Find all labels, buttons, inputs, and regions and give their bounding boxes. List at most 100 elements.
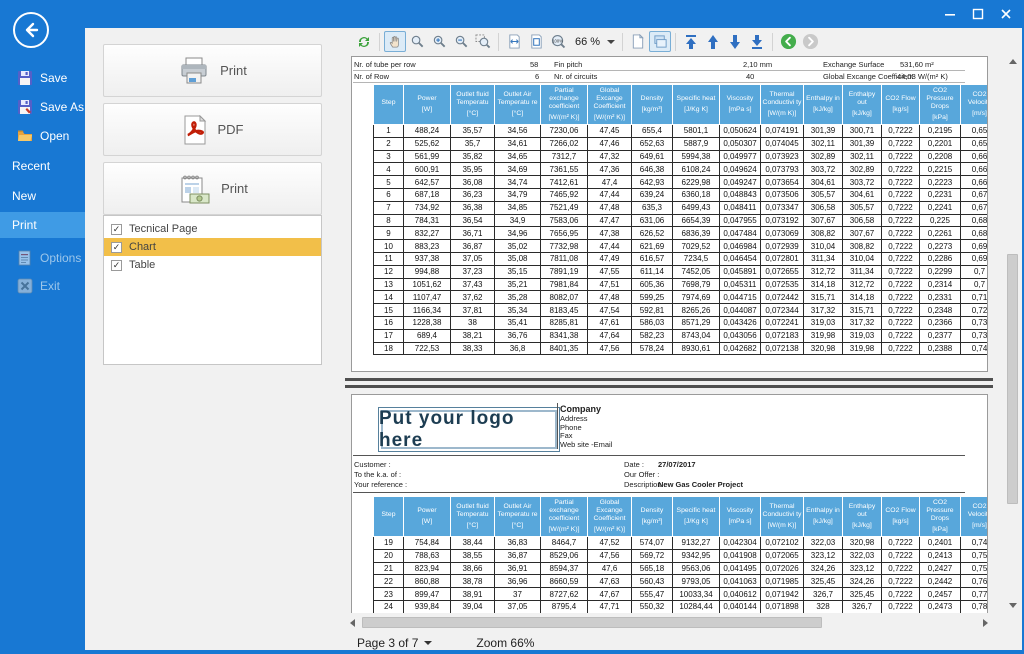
table-cell: 303,72 [843,176,882,189]
zoom-region-button[interactable] [472,31,494,52]
table-cell: 0,073654 [761,176,804,189]
table-cell: 47,45 [588,125,632,138]
zoom-in-button[interactable] [428,31,450,52]
table-cell: 7312,7 [541,150,588,163]
scroll-down-button[interactable] [1005,598,1020,613]
sidebar-item-recent[interactable]: Recent [0,154,85,178]
scroll-up-button[interactable] [1005,54,1020,69]
pdf-button[interactable]: PDF [103,103,322,156]
horizontal-scrollbar[interactable] [345,615,993,630]
table-cell: 36,91 [495,562,541,575]
zoom-in-icon [432,34,447,49]
table-cell: 0,072138 [761,342,804,355]
zoom-dropdown-button[interactable] [604,31,618,52]
continuous-page-view-button[interactable] [649,31,671,52]
zoom-tool-button[interactable] [406,31,428,52]
table-cell: 8529,06 [541,549,588,562]
maximize-button[interactable] [968,4,988,24]
table-cell: 312,72 [843,278,882,291]
sidebar-item-print[interactable]: Print [0,212,85,238]
table-row: 23899,4738,91378727,6247,67555,4710033,3… [374,588,989,601]
page-selector[interactable]: Page 3 of 7 [357,636,432,650]
next-page-button[interactable] [724,31,746,52]
scroll-right-button[interactable] [978,615,993,630]
back-button[interactable] [13,12,49,48]
fit-page-button[interactable] [525,31,547,52]
table-cell: 0,043056 [720,329,761,342]
previous-page-button[interactable] [702,31,724,52]
table-row: 20788,6338,5536,878529,0647,56569,729342… [374,549,989,562]
table-cell: 37,05 [451,252,495,265]
table-cell: 319,03 [843,329,882,342]
preview-status-bar: Page 3 of 7 Zoom 66% [345,632,1020,654]
fit-width-button[interactable] [503,31,525,52]
horizontal-scroll-thumb[interactable] [362,617,822,628]
scroll-left-button[interactable] [345,615,360,630]
sidebar-item-save-as[interactable]: Save As [0,95,85,119]
checkbox-checked-icon[interactable]: ✓ [111,260,122,271]
checkbox-row-chart[interactable]: ✓ Chart [104,238,321,256]
last-page-button[interactable] [746,31,768,52]
table-cell: 0,2366 [920,316,961,329]
table-cell: 0,67 [961,201,989,214]
vertical-scroll-thumb[interactable] [1007,254,1018,504]
results-table-page2: StepPower[W]Outlet fluid Temperatu[°C]Ou… [373,496,988,613]
zoom-out-button[interactable] [450,31,472,52]
table-cell: 0,049624 [720,163,761,176]
table-cell: 0,7222 [882,291,920,304]
table-cell: 0,073923 [761,150,804,163]
table-cell: 36,23 [451,188,495,201]
table-cell: 569,72 [632,549,673,562]
checkbox-checked-icon[interactable]: ✓ [111,242,122,253]
navigate-back-button[interactable] [777,31,799,52]
table-cell: 319,98 [804,329,843,342]
print-button[interactable]: Print [103,44,322,97]
refresh-button[interactable] [353,31,375,52]
table-cell: 823,94 [404,562,451,575]
preview-viewport[interactable]: Nr. of tube per row 58 Fin pitch 2,10 mm… [345,54,993,613]
single-page-view-button[interactable] [627,31,649,52]
table-cell: 0,2457 [920,588,961,601]
table-row: 24939,8439,0437,058795,447,71550,3210284… [374,600,989,613]
preview-page-1: Nr. of tube per row 58 Fin pitch 2,10 mm… [351,56,988,372]
table-cell: 0,7222 [882,137,920,150]
zoom-100-button[interactable]: 100% [547,31,569,52]
print-invoice-button[interactable]: Print [103,162,322,215]
floppy-save-as-icon [17,99,33,115]
table-cell: 0,042304 [720,537,761,550]
vertical-scrollbar[interactable] [1005,54,1020,613]
table-cell: 687,18 [404,188,451,201]
sidebar-item-label: Options [40,251,81,265]
arrow-down-icon [728,34,742,50]
table-cell: 34,85 [495,201,541,214]
fit-width-icon [507,34,522,49]
table-cell: 310,04 [843,252,882,265]
checkbox-checked-icon[interactable]: ✓ [111,224,122,235]
table-cell: 14 [374,291,404,304]
sidebar-item-exit: Exit [0,274,85,298]
sidebar-item-new[interactable]: New [0,184,85,208]
pan-tool-button[interactable] [384,31,406,52]
table-cell: 12 [374,265,404,278]
print-invoice-button-label: Print [221,181,248,196]
table-row: 151166,3437,8135,348183,4547,54592,81826… [374,304,989,317]
table-row: 18722,5338,3336,88401,3547,56578,248930,… [374,342,989,355]
sidebar-item-save[interactable]: Save [0,66,85,90]
close-button[interactable] [996,4,1016,24]
table-cell: 626,52 [632,227,673,240]
table-cell: 37,05 [495,600,541,613]
first-page-button[interactable] [680,31,702,52]
minimize-button[interactable] [940,4,960,24]
table-cell: 0,7222 [882,227,920,240]
table-cell: 305,57 [843,201,882,214]
checkbox-row-table[interactable]: ✓ Table [104,256,321,274]
table-cell: 0,071985 [761,575,804,588]
table-cell: 9793,05 [673,575,720,588]
info-value: 6 [535,72,539,81]
checkbox-row-tecnical-page[interactable]: ✓ Tecnical Page [104,220,321,238]
field-label: Our Offer : [624,470,659,479]
table-cell: 303,72 [804,163,843,176]
table-cell: 0,68 [961,227,989,240]
table-cell: 0,66 [961,163,989,176]
sidebar-item-open[interactable]: Open [0,124,85,148]
